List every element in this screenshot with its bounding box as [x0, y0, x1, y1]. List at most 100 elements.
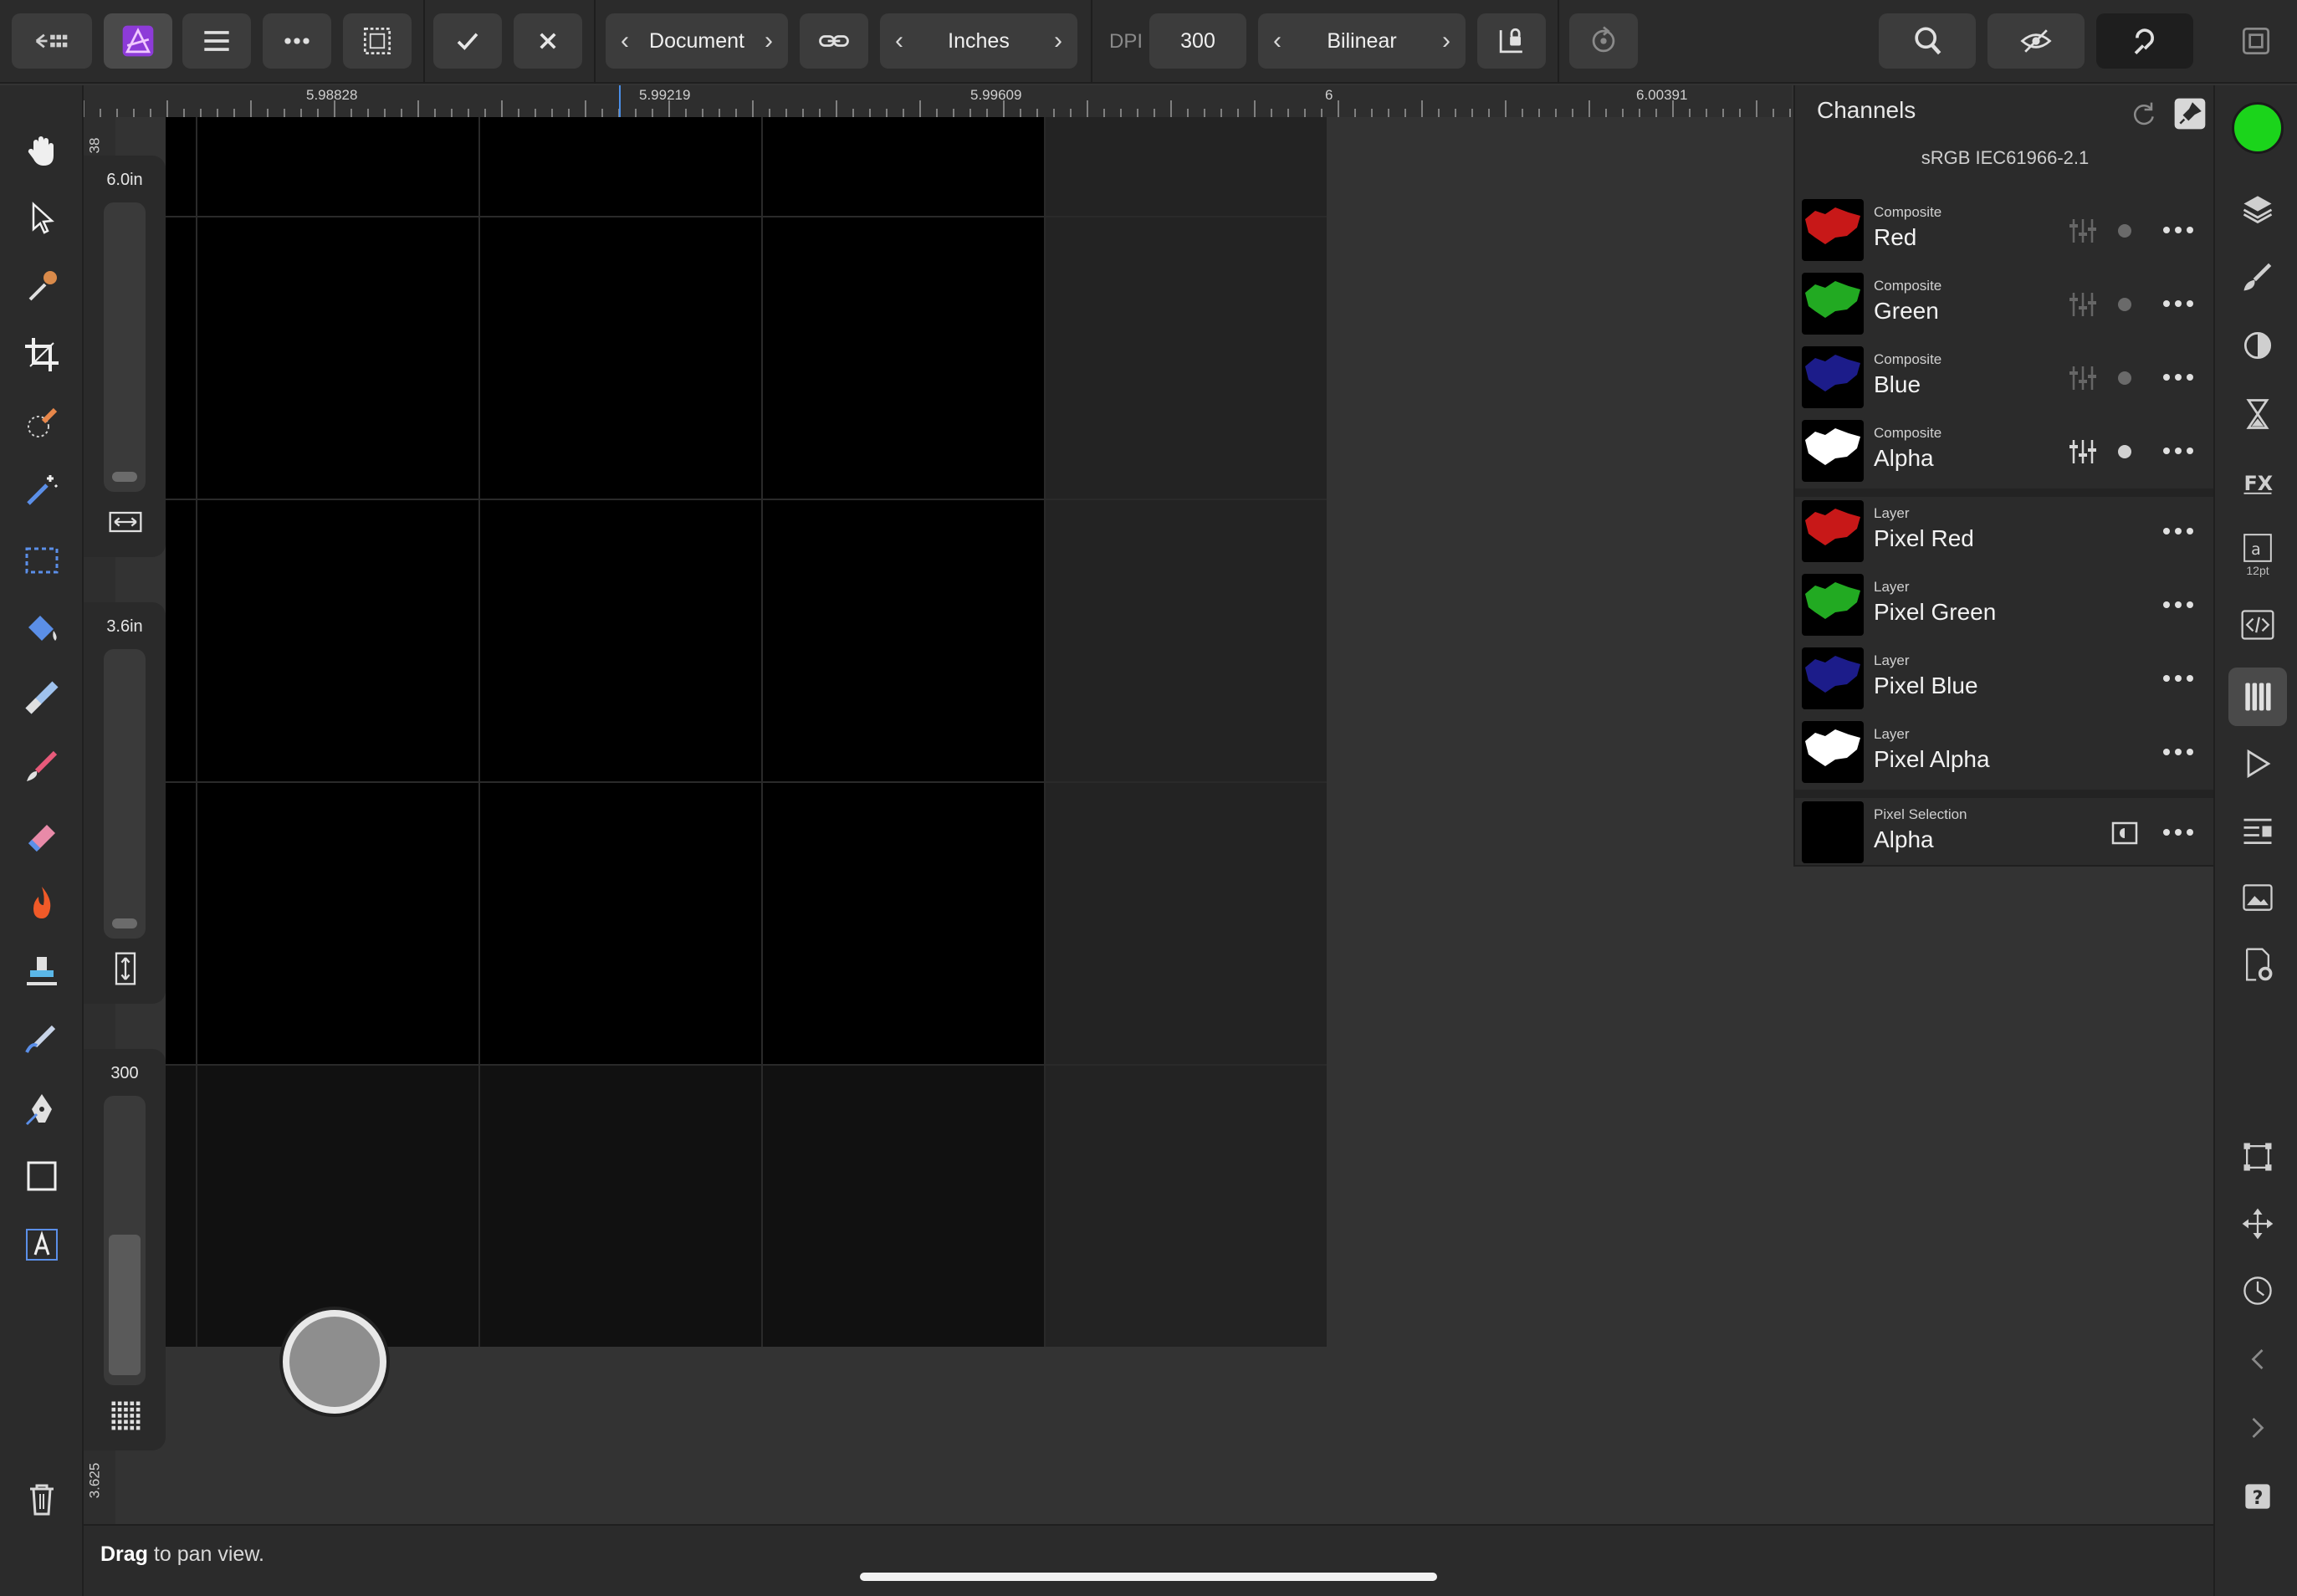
- document-canvas[interactable]: [166, 117, 1327, 1347]
- smudge-brush-tool[interactable]: [18, 1015, 65, 1062]
- back-to-gallery-button[interactable]: [12, 13, 92, 69]
- channel-visibility-toggle[interactable]: [2118, 224, 2131, 238]
- channel-visibility-toggle[interactable]: [2118, 445, 2131, 458]
- rectangle-tool[interactable]: [18, 1153, 65, 1200]
- view-mode-button[interactable]: [1987, 13, 2085, 69]
- channel-more-icon[interactable]: [2163, 365, 2193, 390]
- marquee-tool[interactable]: [18, 537, 65, 584]
- photo-persona-button[interactable]: [104, 13, 172, 69]
- channel-adjust-icon[interactable]: [2068, 216, 2098, 246]
- code-panel-button[interactable]: [2237, 604, 2279, 646]
- more-options-button[interactable]: [263, 13, 331, 69]
- move-panel-button[interactable]: [2237, 1203, 2279, 1245]
- color-picker-tool[interactable]: [18, 263, 65, 309]
- height-slider[interactable]: [104, 649, 146, 939]
- channel-row[interactable]: Composite Alpha: [1795, 415, 2215, 489]
- primary-color-swatch[interactable]: [2232, 102, 2284, 154]
- history-scrubber-button[interactable]: [2237, 1270, 2279, 1312]
- macro-panel-button[interactable]: [2237, 743, 2279, 785]
- view-tool[interactable]: [18, 127, 65, 174]
- vertical-resize-icon[interactable]: [107, 950, 144, 987]
- chevron-left-icon[interactable]: ‹: [621, 27, 629, 55]
- channel-row[interactable]: Composite Green: [1795, 268, 2215, 341]
- channel-more-icon[interactable]: [2163, 820, 2193, 845]
- stock-panel-button[interactable]: [2237, 877, 2279, 918]
- erase-brush-tool[interactable]: [18, 811, 65, 858]
- reset-rotation-button[interactable]: [1569, 13, 1638, 69]
- history-panel-button[interactable]: [2237, 393, 2279, 435]
- artistic-text-tool[interactable]: [18, 1221, 65, 1268]
- channel-adjust-icon[interactable]: [2068, 289, 2098, 320]
- fx-panel-button[interactable]: FX: [2237, 462, 2279, 504]
- channel-more-icon[interactable]: [2163, 291, 2193, 316]
- channel-row[interactable]: Composite Blue: [1795, 341, 2215, 415]
- channel-more-icon[interactable]: [2163, 217, 2193, 243]
- channel-row[interactable]: Composite Red: [1795, 194, 2215, 268]
- chevron-right-icon[interactable]: ›: [1054, 27, 1062, 55]
- transform-panel-button[interactable]: [2237, 1136, 2279, 1178]
- width-slider[interactable]: [104, 202, 146, 492]
- channel-more-icon[interactable]: [2163, 519, 2193, 544]
- units-stepper[interactable]: ‹ Inches ›: [880, 13, 1077, 69]
- pixel-grid-icon[interactable]: [107, 1397, 144, 1434]
- channel-row[interactable]: Layer Pixel Red: [1795, 495, 2215, 569]
- move-tool[interactable]: [18, 194, 65, 241]
- adjustments-panel-button[interactable]: [2237, 325, 2279, 366]
- selection-brush-tool[interactable]: [18, 400, 65, 447]
- channel-visibility-toggle[interactable]: [2118, 371, 2131, 385]
- channel-more-icon[interactable]: [2163, 666, 2193, 691]
- channel-row[interactable]: Pixel Selection Alpha: [1795, 796, 2215, 870]
- zoom-button[interactable]: [1879, 13, 1976, 69]
- clone-brush-tool[interactable]: [18, 949, 65, 995]
- brushes-panel-button[interactable]: [2237, 256, 2279, 298]
- channel-adjust-icon[interactable]: [2068, 363, 2098, 393]
- chevron-right-icon[interactable]: ›: [1442, 27, 1450, 55]
- flood-fill-tool[interactable]: [18, 606, 65, 652]
- channels-panel-button[interactable]: [2228, 668, 2287, 726]
- crop-tool[interactable]: [18, 331, 65, 378]
- channel-row[interactable]: Layer Pixel Green: [1795, 569, 2215, 642]
- window-mode-button[interactable]: [2228, 13, 2284, 69]
- redo-button[interactable]: [2237, 1407, 2279, 1449]
- burn-brush-tool[interactable]: [18, 880, 65, 927]
- commit-button[interactable]: [433, 13, 502, 69]
- channel-visibility-toggle[interactable]: [2118, 298, 2131, 311]
- document-settings-button[interactable]: [2237, 944, 2279, 985]
- channel-more-icon[interactable]: [2163, 739, 2193, 765]
- channel-more-icon[interactable]: [2163, 592, 2193, 617]
- navigator-panel-button[interactable]: [2237, 810, 2279, 852]
- document-menu-button[interactable]: [182, 13, 251, 69]
- channel-row[interactable]: Layer Pixel Alpha: [1795, 716, 2215, 790]
- delete-button[interactable]: [18, 1476, 65, 1522]
- pen-tool[interactable]: [18, 1086, 65, 1133]
- canvas[interactable]: [115, 117, 1792, 1524]
- chevron-right-icon[interactable]: ›: [765, 27, 773, 55]
- resample-stepper[interactable]: ‹ Bilinear ›: [1258, 13, 1466, 69]
- channel-more-icon[interactable]: [2163, 438, 2193, 463]
- help-button[interactable]: ?: [2237, 1476, 2279, 1517]
- dpi-field[interactable]: 300: [1149, 13, 1246, 69]
- floating-modifier-button[interactable]: [283, 1310, 386, 1414]
- gradient-tool[interactable]: [18, 674, 65, 721]
- horizontal-ruler[interactable]: 5.98828 5.99219 5.99609 6 6.00391: [84, 85, 1792, 117]
- chevron-left-icon[interactable]: ‹: [1273, 27, 1282, 55]
- link-dimensions-button[interactable]: [800, 13, 868, 69]
- selection-mode-button[interactable]: [343, 13, 412, 69]
- chevron-left-icon[interactable]: ‹: [895, 27, 903, 55]
- document-stepper[interactable]: ‹ Document ›: [606, 13, 788, 69]
- layers-panel-button[interactable]: [2237, 187, 2279, 229]
- channel-adjust-icon[interactable]: [2068, 437, 2098, 467]
- mask-icon[interactable]: [2110, 818, 2140, 848]
- text-style-panel-button[interactable]: a 12pt: [2237, 527, 2279, 582]
- height-slider-thumb[interactable]: [112, 918, 137, 928]
- flood-select-tool[interactable]: [18, 467, 65, 514]
- channel-row[interactable]: Layer Pixel Blue: [1795, 642, 2215, 716]
- cancel-button[interactable]: [514, 13, 582, 69]
- width-slider-thumb[interactable]: [112, 472, 137, 482]
- home-indicator[interactable]: [860, 1573, 1437, 1581]
- refresh-icon[interactable]: [2126, 97, 2160, 130]
- paint-brush-tool[interactable]: [18, 743, 65, 790]
- assistant-button[interactable]: [2096, 13, 2193, 69]
- undo-button[interactable]: [2237, 1338, 2279, 1380]
- pin-icon[interactable]: [2173, 97, 2207, 130]
